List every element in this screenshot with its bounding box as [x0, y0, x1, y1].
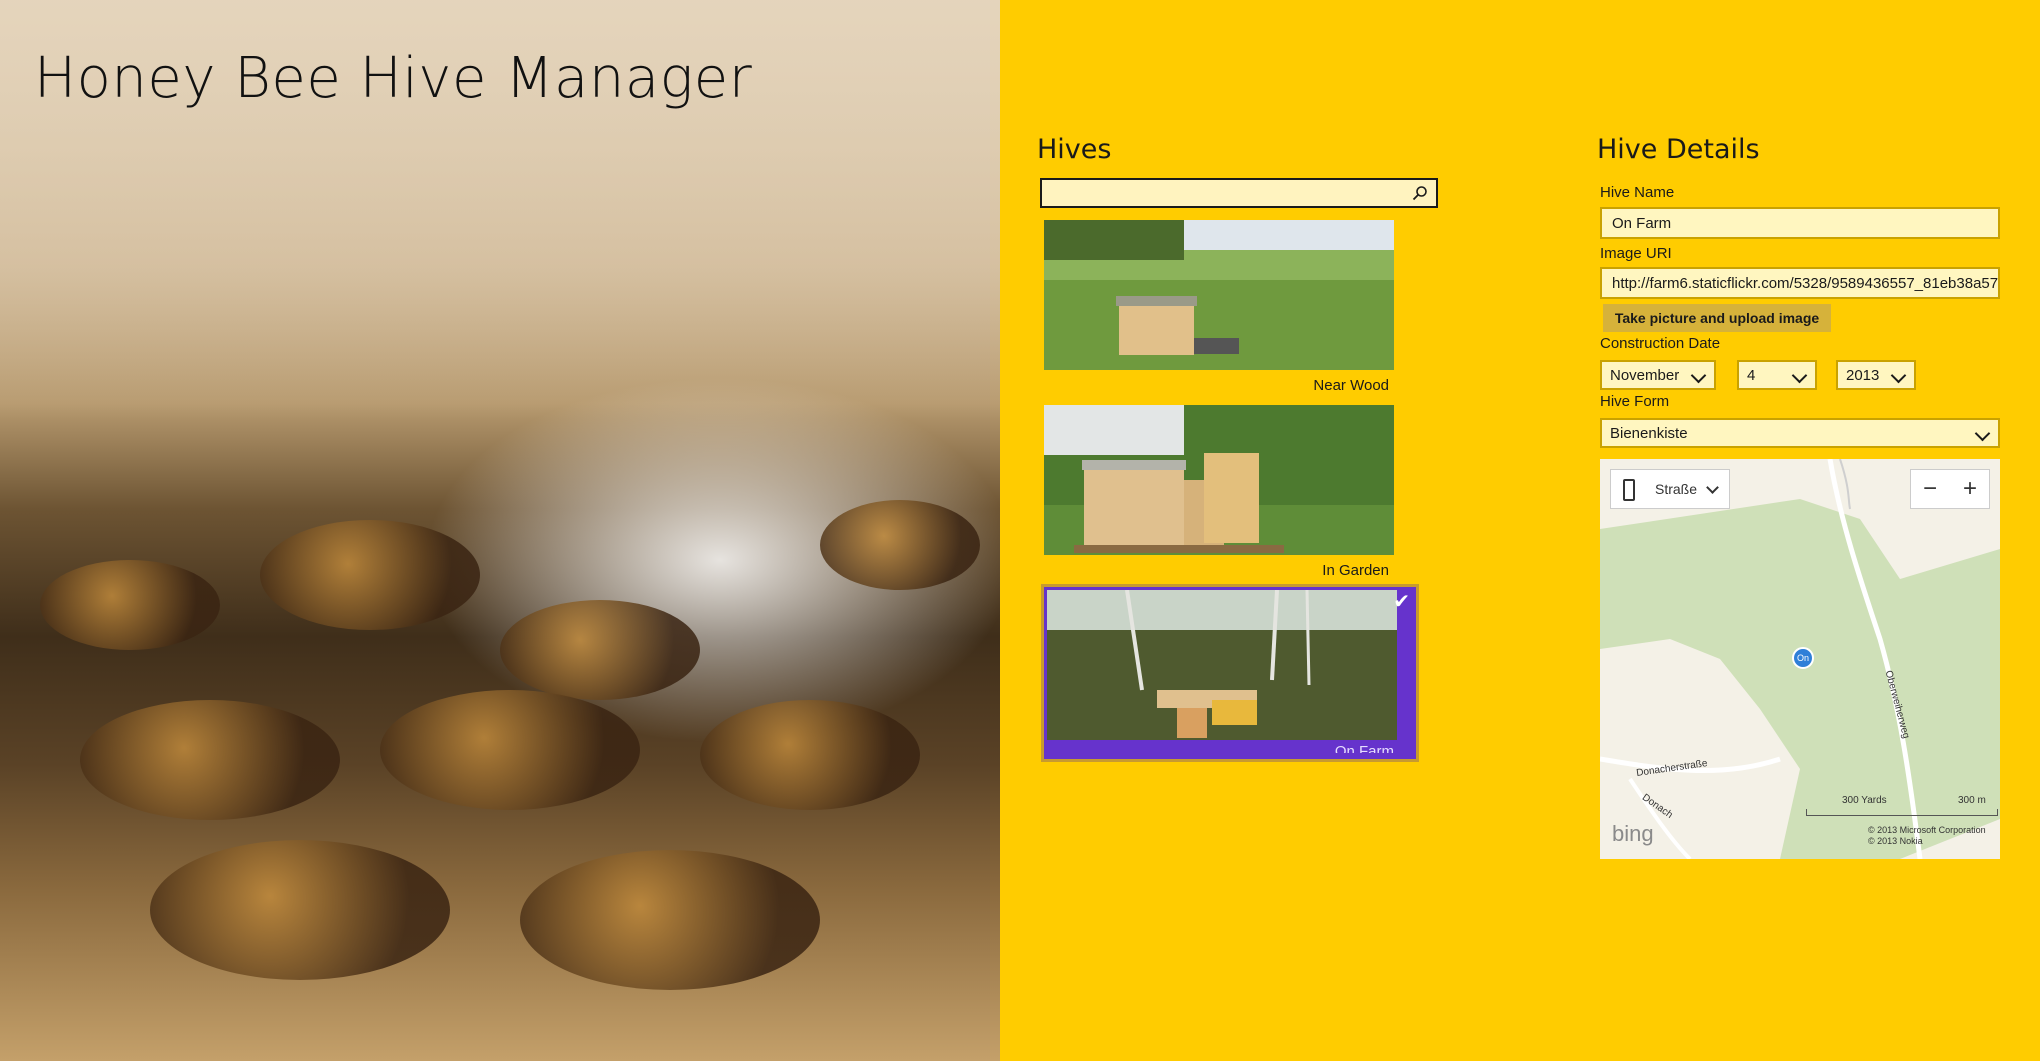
hive-thumbnail — [1044, 220, 1394, 370]
map-scale-bar — [1806, 809, 1998, 816]
bee-cluster — [260, 520, 480, 630]
hero-photo — [0, 0, 1000, 1061]
bee-cluster — [520, 850, 820, 990]
image-uri-label: Image URI — [1600, 245, 1672, 262]
map[interactable]: Straße − + On Donacherstraße Donach Ober… — [1600, 459, 2000, 859]
year-select[interactable]: 2013 — [1836, 360, 1916, 390]
hives-heading: Hives — [1037, 134, 1112, 165]
bee-cluster — [700, 700, 920, 810]
construction-date-label: Construction Date — [1600, 335, 1721, 352]
bee-cluster — [40, 560, 220, 650]
hive-form-select[interactable]: Bienenkiste — [1600, 418, 2000, 448]
hive-item-on-farm[interactable]: ✔ On Farm — [1041, 584, 1419, 762]
map-type-select[interactable]: Straße — [1655, 481, 1697, 497]
hive-name-label: In Garden — [1322, 562, 1389, 579]
selected-check-icon: ✔ — [1393, 589, 1410, 613]
hive-name-label: Near Wood — [1313, 377, 1389, 394]
day-select[interactable]: 4 — [1737, 360, 1817, 390]
scale-meters-label: 300 m — [1958, 795, 1986, 806]
chevron-down-icon — [1791, 367, 1808, 384]
day-value: 4 — [1747, 367, 1756, 384]
chevron-down-icon — [1690, 367, 1707, 384]
hive-item-in-garden[interactable]: In Garden — [1044, 405, 1394, 580]
hive-item-near-wood[interactable]: Near Wood — [1044, 220, 1394, 395]
image-uri-field[interactable]: http://farm6.staticflickr.com/5328/95894… — [1600, 267, 2000, 299]
search-box[interactable] — [1040, 178, 1438, 208]
bee-cluster — [80, 700, 340, 820]
scale-yards-label: 300 Yards — [1842, 795, 1887, 806]
search-input[interactable] — [1046, 182, 1400, 206]
map-pin[interactable]: On — [1792, 647, 1814, 669]
hive-details-heading: Hive Details — [1597, 134, 1760, 165]
app-title: Honey Bee Hive Manager — [34, 46, 753, 111]
hive-name-label: On Farm — [1334, 743, 1394, 753]
map-pin-label: On — [1796, 653, 1809, 663]
upload-image-button[interactable]: Take picture and upload image — [1603, 304, 1831, 332]
zoom-out-button[interactable]: − — [1911, 470, 1949, 508]
bee-cluster — [500, 600, 700, 700]
map-copyright-1: © 2013 Microsoft Corporation — [1868, 825, 1986, 835]
chevron-down-icon — [1974, 425, 1991, 442]
year-value: 2013 — [1846, 367, 1880, 384]
chevron-down-icon — [1706, 481, 1719, 494]
map-copyright-2: © 2013 Nokia — [1868, 836, 1923, 846]
hive-form-label: Hive Form — [1600, 393, 1670, 410]
hive-form-value: Bienenkiste — [1610, 425, 1688, 442]
hive-name-field[interactable]: On Farm — [1600, 207, 2000, 239]
hive-thumbnail — [1044, 405, 1394, 555]
map-zoom-toolbar: − + — [1910, 469, 1990, 509]
hive-name-label: Hive Name — [1600, 184, 1675, 201]
map-type-toolbar: Straße — [1610, 469, 1730, 509]
bee-cluster — [380, 690, 640, 810]
chevron-down-icon — [1890, 367, 1907, 384]
hive-thumbnail — [1047, 590, 1397, 740]
month-select[interactable]: November — [1600, 360, 1716, 390]
bee-cluster — [150, 840, 450, 980]
zoom-in-button[interactable]: + — [1951, 470, 1989, 508]
bee-cluster — [820, 500, 980, 590]
map-locate-icon[interactable] — [1623, 479, 1635, 501]
bing-logo: bing — [1612, 821, 1654, 846]
search-icon[interactable] — [1412, 185, 1428, 201]
month-value: November — [1610, 367, 1680, 384]
